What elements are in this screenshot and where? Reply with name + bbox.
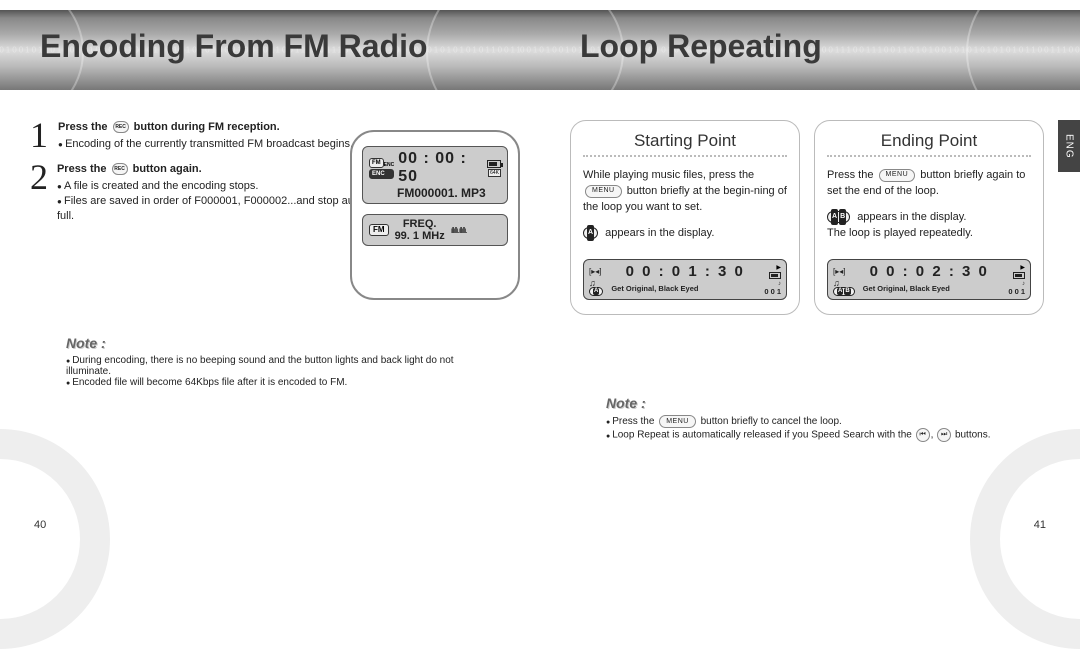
step-number: 2 bbox=[30, 162, 57, 224]
notes-section: Note : Press the MENU button briefly to … bbox=[606, 395, 1040, 442]
step-bullet: Encoding of the currently transmitted FM… bbox=[58, 137, 353, 152]
music-note-icon: ♫ bbox=[589, 280, 607, 287]
rec-button-icon: REC bbox=[113, 121, 129, 133]
header-banner: 0010100101101001010101010101001010101000… bbox=[520, 10, 1080, 90]
step-heading: Press the REC button during FM reception… bbox=[58, 120, 353, 135]
page-number: 41 bbox=[1034, 519, 1046, 531]
instruction-text: AB appears in the display. bbox=[827, 209, 1031, 225]
page-title: Encoding From FM Radio bbox=[40, 28, 428, 65]
battery-icon bbox=[769, 272, 781, 279]
rec-button-icon: REC bbox=[112, 163, 128, 175]
fm-waveform: ıllıllı.ıllıllı. bbox=[451, 226, 501, 235]
bitrate-tag: 64K bbox=[488, 169, 501, 177]
instruction-text: Press the MENU button briefly again to s… bbox=[827, 167, 1031, 199]
menu-button-icon: MENU bbox=[659, 415, 696, 428]
starting-point-box: Starting Point While playing music files… bbox=[570, 120, 800, 315]
page-left: 0010100101101001010101010101001010101000… bbox=[0, 0, 540, 539]
device-screen-panel: FM ENC ENC 00 : 00 : 50 64K FM000001. MP… bbox=[350, 130, 520, 300]
column-heading: Starting Point bbox=[583, 131, 787, 151]
track-number: 0 0 1 bbox=[764, 288, 781, 295]
music-note-icon: ♫ bbox=[833, 280, 859, 287]
menu-button-icon: MENU bbox=[585, 185, 622, 198]
ending-point-box: Ending Point Press the MENU button brief… bbox=[814, 120, 1044, 315]
playback-time: 0 0 : 0 1 : 3 0 bbox=[605, 263, 765, 280]
header-banner: 0010100101101001010101010101001010101000… bbox=[0, 10, 560, 90]
note-heading: Note : bbox=[606, 395, 1040, 411]
note-item: Press the MENU button briefly to cancel … bbox=[606, 415, 1040, 428]
note-item: During encoding, there is no beeping sou… bbox=[66, 355, 500, 377]
note-item: Loop Repeat is automatically released if… bbox=[606, 428, 1040, 442]
menu-button-icon: MENU bbox=[879, 169, 916, 182]
lcd-playback: [▸◂] 0 0 : 0 1 : 3 0 ▶ ♫ A bbox=[583, 259, 787, 300]
fm-tag: FM bbox=[369, 224, 389, 236]
lcd-encoding: FM ENC ENC 00 : 00 : 50 64K FM000001. MP… bbox=[362, 146, 508, 204]
note-heading: Note : bbox=[66, 335, 500, 351]
loop-ab-indicator: AB bbox=[833, 287, 855, 296]
step-number: 1 bbox=[30, 120, 58, 152]
encoding-filename: FM000001. MP3 bbox=[369, 186, 501, 200]
freq-value: 99. 1 MHz bbox=[395, 230, 445, 242]
column-heading: Ending Point bbox=[827, 131, 1031, 151]
instruction-text: A appears in the display. bbox=[583, 225, 787, 241]
instruction-text: While playing music files, press the MEN… bbox=[583, 167, 787, 215]
freq-label: FREQ. bbox=[403, 218, 437, 230]
battery-icon bbox=[1013, 272, 1025, 279]
enc-tag: ENC bbox=[369, 169, 394, 179]
page-title: Loop Repeating bbox=[580, 28, 822, 65]
loop-a-indicator: A bbox=[589, 287, 603, 296]
loop-a-indicator: A bbox=[583, 227, 598, 239]
encoding-time: 00 : 00 : 50 bbox=[398, 150, 483, 186]
page-number: 40 bbox=[34, 519, 46, 531]
instruction-text: The loop is played repeatedly. bbox=[827, 225, 1031, 241]
fm-tag: FM bbox=[369, 158, 384, 168]
playback-time: 0 0 : 0 2 : 3 0 bbox=[849, 263, 1009, 280]
language-tab: ENG bbox=[1058, 120, 1080, 172]
next-track-icon: ⏭ bbox=[937, 428, 951, 442]
note-item: Encoded file will become 64Kbps file aft… bbox=[66, 377, 500, 388]
prev-track-icon: ⏮ bbox=[916, 428, 930, 442]
notes-section: Note : During encoding, there is no beep… bbox=[66, 335, 500, 388]
loop-ab-indicator: AB bbox=[827, 211, 850, 223]
lcd-status-icons: [▸◂] bbox=[833, 267, 845, 276]
battery-icon bbox=[487, 160, 501, 168]
track-title: Get Original, Black Eyed bbox=[611, 284, 760, 293]
track-title: Get Original, Black Eyed bbox=[863, 284, 1005, 293]
lcd-tuner: FM FREQ. 99. 1 MHz ıllıllı.ıllıllı. bbox=[362, 214, 508, 246]
track-number: 0 0 1 bbox=[1008, 288, 1025, 295]
lcd-status-icons: [▸◂] bbox=[589, 267, 601, 276]
page-right: 0010100101101001010101010101001010101000… bbox=[540, 0, 1080, 539]
lcd-playback: [▸◂] 0 0 : 0 2 : 3 0 ▶ ♫ bbox=[827, 259, 1031, 300]
